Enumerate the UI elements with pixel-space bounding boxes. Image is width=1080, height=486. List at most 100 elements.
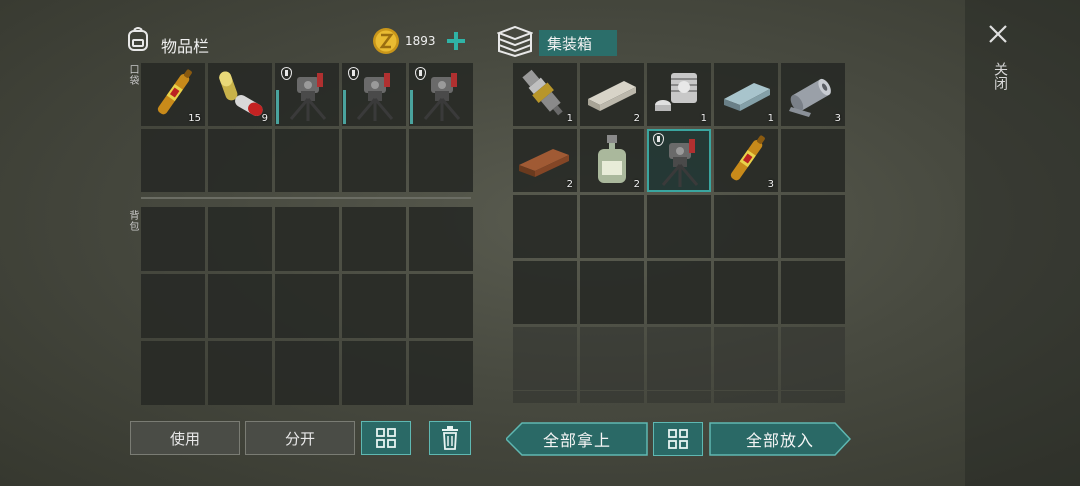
container-slot-empty[interactable]	[580, 261, 644, 324]
pocket-slot-3[interactable]	[275, 63, 339, 126]
pocket-slot-empty[interactable]	[275, 129, 339, 192]
trash-button[interactable]	[429, 421, 471, 455]
item-count: 2	[633, 179, 640, 190]
container-slot-empty[interactable]	[513, 261, 577, 324]
take-all-label: 全部拿上	[542, 431, 611, 450]
container-slot-empty[interactable]	[781, 129, 845, 192]
sort-grid-icon	[376, 428, 396, 448]
pocket-slot-2[interactable]: 9	[208, 63, 272, 126]
backpack-slot[interactable]	[208, 207, 272, 271]
put-all-button[interactable]: 全部放入	[709, 422, 851, 456]
item-count: 3	[834, 113, 841, 124]
container-slot-1[interactable]: 1	[513, 63, 577, 126]
container-slot-empty[interactable]	[647, 261, 711, 324]
backpack-slot[interactable]	[275, 341, 339, 405]
item-count: 1	[566, 113, 573, 124]
backpack-slot[interactable]	[409, 207, 473, 271]
take-all-button[interactable]: 全部拿上	[506, 422, 648, 456]
item-count: 3	[767, 179, 774, 190]
inventory-title: 物品栏	[161, 37, 210, 56]
container-slot-2[interactable]: 2	[580, 63, 644, 126]
coin-balance: 1893	[405, 34, 436, 48]
put-all-label: 全部放入	[745, 431, 814, 450]
backpack-slot[interactable]	[275, 207, 339, 271]
backpack-slot[interactable]	[208, 274, 272, 338]
section-divider	[141, 197, 471, 199]
container-slot-faded	[513, 391, 577, 403]
container-slot-8[interactable]	[647, 129, 711, 192]
container-grid: 1 2 1 1 3 2 2 3	[513, 63, 845, 390]
use-button[interactable]: 使用	[130, 421, 240, 455]
backpack-slot[interactable]	[141, 274, 205, 338]
backpack-slot[interactable]	[342, 274, 406, 338]
backpack-slot[interactable]	[342, 341, 406, 405]
turret-icon	[356, 73, 394, 121]
durability-bar	[410, 90, 413, 124]
sort-inventory-button[interactable]	[361, 421, 411, 455]
backpack-icon	[126, 26, 150, 52]
trash-icon	[442, 426, 458, 450]
pocket-slot-empty[interactable]	[342, 129, 406, 192]
backpack-slot[interactable]	[409, 274, 473, 338]
container-slot-empty[interactable]	[781, 261, 845, 324]
container-slot-4[interactable]: 1	[714, 63, 778, 126]
container-stack-icon	[496, 25, 534, 58]
pocket-slot-empty[interactable]	[208, 129, 272, 192]
pocket-slot-empty[interactable]	[409, 129, 473, 192]
pocket-label: 口袋	[127, 64, 138, 86]
backpack-slot[interactable]	[342, 207, 406, 271]
backpack-grid	[141, 207, 473, 405]
container-slot-faded[interactable]	[580, 327, 644, 390]
turret-icon	[423, 73, 461, 121]
close-label: 关闭	[992, 62, 1008, 90]
item-count: 2	[633, 113, 640, 124]
pocket-grid: 15 9	[141, 63, 473, 192]
item-count: 9	[261, 113, 268, 124]
item-count: 1	[700, 113, 707, 124]
container-slot-7[interactable]: 2	[580, 129, 644, 192]
container-title: 集装箱	[539, 30, 617, 56]
container-slot-faded	[781, 391, 845, 403]
container-slot-empty[interactable]	[714, 195, 778, 258]
container-slot-faded[interactable]	[781, 327, 845, 390]
backpack-slot[interactable]	[141, 341, 205, 405]
backpack-slot[interactable]	[409, 341, 473, 405]
backpack-slot[interactable]	[208, 341, 272, 405]
pocket-slot-4[interactable]	[342, 63, 406, 126]
turret-icon	[661, 139, 699, 187]
close-icon	[989, 25, 1007, 43]
container-slot-empty[interactable]	[714, 261, 778, 324]
container-slot-3[interactable]: 1	[647, 63, 711, 126]
durability-bar	[343, 90, 346, 124]
backpack-label: 背包	[127, 210, 138, 232]
container-slot-9[interactable]: 3	[714, 129, 778, 192]
container-slot-5[interactable]: 3	[781, 63, 845, 126]
container-slot-empty[interactable]	[580, 195, 644, 258]
pocket-slot-1[interactable]: 15	[141, 63, 205, 126]
container-slot-faded	[580, 391, 644, 403]
pocket-slot-5[interactable]	[409, 63, 473, 126]
backpack-slot[interactable]	[141, 207, 205, 271]
container-slot-faded	[647, 391, 711, 403]
add-coins-button[interactable]	[444, 29, 468, 53]
container-grid-partial-row	[513, 391, 845, 403]
item-count: 2	[566, 179, 573, 190]
durability-bar	[276, 90, 279, 124]
container-slot-empty[interactable]	[513, 195, 577, 258]
pocket-slot-empty[interactable]	[141, 129, 205, 192]
container-slot-faded[interactable]	[647, 327, 711, 390]
split-button[interactable]: 分开	[245, 421, 355, 455]
container-slot-faded[interactable]	[714, 327, 778, 390]
container-slot-empty[interactable]	[647, 195, 711, 258]
item-count: 15	[188, 113, 201, 124]
sort-grid-icon	[668, 429, 688, 449]
container-slot-faded[interactable]	[513, 327, 577, 390]
item-count: 1	[767, 113, 774, 124]
container-slot-empty[interactable]	[781, 195, 845, 258]
backpack-slot[interactable]	[275, 274, 339, 338]
plus-icon	[447, 32, 465, 50]
sort-container-button[interactable]	[653, 422, 703, 456]
container-slot-6[interactable]: 2	[513, 129, 577, 192]
coin-icon	[372, 27, 400, 55]
close-button[interactable]: 关闭	[983, 20, 1013, 100]
